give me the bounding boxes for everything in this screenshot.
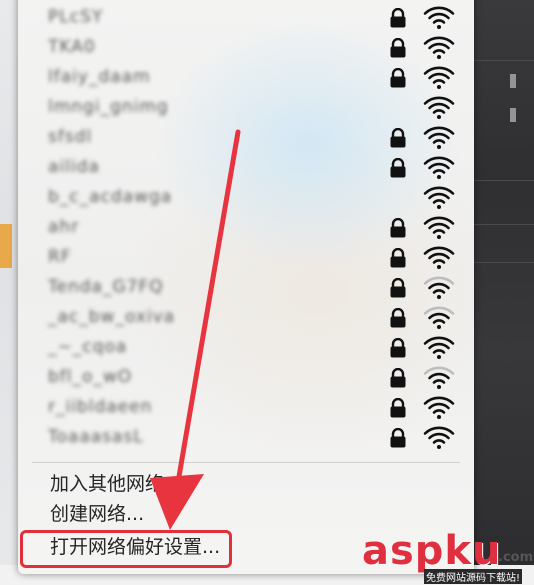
wifi-signal-icon [423,424,455,450]
lock-icon [389,157,407,178]
wifi-signal-icon [423,334,455,360]
network-name: _~_cqoa [48,337,128,357]
wifi-signal-icon [423,64,455,90]
network-name: ailida [48,157,100,177]
wifi-menu: PLcSY TKA0 lfaiy_daam lmngi_gnimgsfsdl ailid… [18,0,474,574]
background-window-right [470,0,534,585]
background-window-left [0,0,20,585]
wifi-signal-icon [423,124,455,150]
network-name: sfsdl [48,127,93,147]
menu-separator [32,462,460,463]
lock-icon [389,337,407,358]
lock-icon [389,427,407,448]
wifi-signal-icon [423,244,455,270]
network-row[interactable]: TKA0 [18,32,474,62]
network-name: bfl_o_wO [48,367,133,387]
wifi-signal-icon [423,184,455,210]
watermark-logo: aspku [362,528,502,574]
network-row[interactable]: r_iibldaeen [18,392,474,422]
network-row[interactable]: ToaaasasL [18,422,474,452]
network-name: _ac_bw_oxiva [48,307,176,327]
network-name: r_iibldaeen [48,397,153,417]
network-row[interactable]: lfaiy_daam [18,62,474,92]
wifi-signal-icon [423,154,455,180]
lock-icon [389,37,407,58]
network-name: PLcSY [48,7,104,27]
network-row[interactable]: _ac_bw_oxiva [18,302,474,332]
network-row[interactable]: sfsdl [18,122,474,152]
network-name: lmngi_gnimg [48,97,169,117]
network-row[interactable]: RF [18,242,474,272]
lock-icon [389,67,407,88]
wifi-signal-icon [423,34,455,60]
lock-icon [389,397,407,418]
wifi-signal-icon [423,394,455,420]
network-row[interactable]: PLcSY [18,2,474,32]
join-other-network-item[interactable]: 加入其他网络... [50,469,182,499]
lock-icon [389,127,407,148]
lock-icon [389,7,407,28]
wifi-signal-icon [423,94,455,120]
background-accent-strip [0,224,12,268]
network-name: b_c_acdawga [48,187,173,207]
watermark-subtitle: 免费网站源码下载站! [424,569,523,584]
annotation-highlight-box [20,530,232,568]
network-row[interactable]: b_c_acdawga [18,182,474,212]
network-row[interactable]: ailida [18,152,474,182]
wifi-signal-icon [423,304,455,330]
lock-icon [389,217,407,238]
wifi-signal-icon [423,364,455,390]
network-row[interactable]: bfl_o_wO [18,362,474,392]
network-name: ToaaasasL [48,427,144,447]
network-name: TKA0 [48,37,96,57]
network-name: lfaiy_daam [48,67,151,87]
wifi-signal-icon [423,274,455,300]
wifi-signal-icon [423,4,455,30]
lock-icon [389,307,407,328]
create-network-item[interactable]: 创建网络... [50,499,144,529]
network-row[interactable]: ahr [18,212,474,242]
network-name: ahr [48,217,80,237]
network-row[interactable]: _~_cqoa [18,332,474,362]
network-name: Tenda_G7FQ [48,277,164,297]
watermark-tld: .com [498,550,534,565]
network-name: RF [48,247,72,267]
network-row[interactable]: Tenda_G7FQ [18,272,474,302]
network-row[interactable]: lmngi_gnimg [18,92,474,122]
wifi-signal-icon [423,214,455,240]
lock-icon [389,277,407,298]
lock-icon [389,247,407,268]
lock-icon [389,367,407,388]
